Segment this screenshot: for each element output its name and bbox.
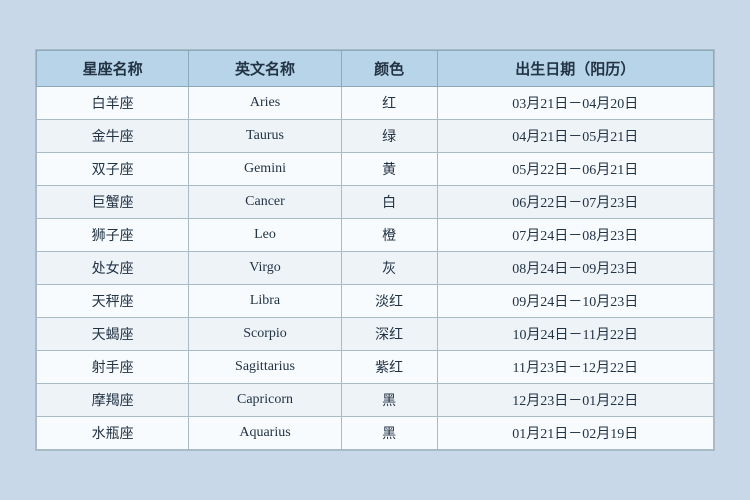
cell-chinese-name: 金牛座	[37, 120, 189, 153]
table-row: 天秤座Libra淡红09月24日－10月23日	[37, 285, 714, 318]
cell-chinese-name: 射手座	[37, 351, 189, 384]
cell-color: 绿	[341, 120, 437, 153]
cell-english-name: Sagittarius	[189, 351, 341, 384]
table-row: 处女座Virgo灰08月24日－09月23日	[37, 252, 714, 285]
zodiac-table-container: 星座名称 英文名称 颜色 出生日期（阳历） 白羊座Aries红03月21日－04…	[35, 49, 715, 451]
table-row: 狮子座Leo橙07月24日－08月23日	[37, 219, 714, 252]
cell-dates: 11月23日－12月22日	[437, 351, 713, 384]
cell-english-name: Gemini	[189, 153, 341, 186]
cell-english-name: Libra	[189, 285, 341, 318]
header-chinese-name: 星座名称	[37, 51, 189, 87]
cell-english-name: Aries	[189, 87, 341, 120]
table-row: 水瓶座Aquarius黑01月21日－02月19日	[37, 417, 714, 450]
cell-chinese-name: 处女座	[37, 252, 189, 285]
cell-color: 黑	[341, 384, 437, 417]
cell-english-name: Taurus	[189, 120, 341, 153]
table-body: 白羊座Aries红03月21日－04月20日金牛座Taurus绿04月21日－0…	[37, 87, 714, 450]
cell-dates: 05月22日－06月21日	[437, 153, 713, 186]
table-row: 射手座Sagittarius紫红11月23日－12月22日	[37, 351, 714, 384]
cell-color: 紫红	[341, 351, 437, 384]
cell-chinese-name: 狮子座	[37, 219, 189, 252]
cell-dates: 07月24日－08月23日	[437, 219, 713, 252]
zodiac-table: 星座名称 英文名称 颜色 出生日期（阳历） 白羊座Aries红03月21日－04…	[36, 50, 714, 450]
header-dates: 出生日期（阳历）	[437, 51, 713, 87]
table-row: 白羊座Aries红03月21日－04月20日	[37, 87, 714, 120]
cell-dates: 04月21日－05月21日	[437, 120, 713, 153]
cell-english-name: Aquarius	[189, 417, 341, 450]
table-row: 金牛座Taurus绿04月21日－05月21日	[37, 120, 714, 153]
cell-color: 白	[341, 186, 437, 219]
cell-dates: 09月24日－10月23日	[437, 285, 713, 318]
cell-color: 红	[341, 87, 437, 120]
cell-color: 黑	[341, 417, 437, 450]
cell-color: 黄	[341, 153, 437, 186]
cell-chinese-name: 巨蟹座	[37, 186, 189, 219]
cell-dates: 06月22日－07月23日	[437, 186, 713, 219]
cell-dates: 08月24日－09月23日	[437, 252, 713, 285]
header-english-name: 英文名称	[189, 51, 341, 87]
cell-english-name: Virgo	[189, 252, 341, 285]
cell-chinese-name: 天秤座	[37, 285, 189, 318]
cell-color: 深红	[341, 318, 437, 351]
cell-english-name: Leo	[189, 219, 341, 252]
cell-chinese-name: 摩羯座	[37, 384, 189, 417]
table-row: 摩羯座Capricorn黑12月23日－01月22日	[37, 384, 714, 417]
table-header-row: 星座名称 英文名称 颜色 出生日期（阳历）	[37, 51, 714, 87]
cell-chinese-name: 双子座	[37, 153, 189, 186]
cell-dates: 01月21日－02月19日	[437, 417, 713, 450]
cell-dates: 12月23日－01月22日	[437, 384, 713, 417]
cell-dates: 10月24日－11月22日	[437, 318, 713, 351]
cell-chinese-name: 白羊座	[37, 87, 189, 120]
cell-color: 淡红	[341, 285, 437, 318]
cell-chinese-name: 水瓶座	[37, 417, 189, 450]
cell-english-name: Scorpio	[189, 318, 341, 351]
cell-color: 灰	[341, 252, 437, 285]
cell-english-name: Cancer	[189, 186, 341, 219]
cell-dates: 03月21日－04月20日	[437, 87, 713, 120]
table-row: 双子座Gemini黄05月22日－06月21日	[37, 153, 714, 186]
header-color: 颜色	[341, 51, 437, 87]
table-row: 巨蟹座Cancer白06月22日－07月23日	[37, 186, 714, 219]
table-row: 天蝎座Scorpio深红10月24日－11月22日	[37, 318, 714, 351]
cell-chinese-name: 天蝎座	[37, 318, 189, 351]
cell-color: 橙	[341, 219, 437, 252]
cell-english-name: Capricorn	[189, 384, 341, 417]
